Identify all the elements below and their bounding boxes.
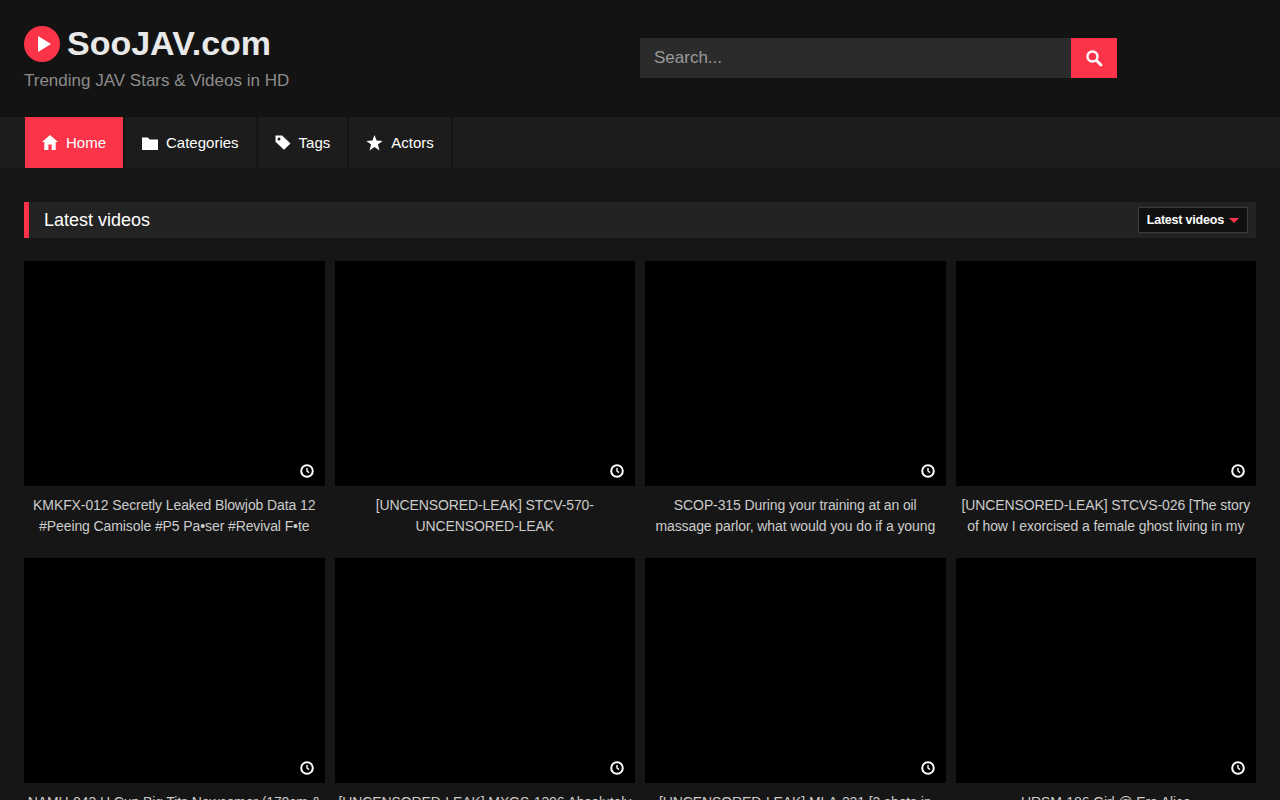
video-thumbnail[interactable] [956, 261, 1257, 486]
search-button[interactable] [1071, 38, 1117, 78]
nav-item-categories[interactable]: Categories [125, 117, 258, 168]
search-input[interactable] [640, 38, 1071, 78]
video-title[interactable]: KMKFX-012 Secretly Leaked Blowjob Data 1… [26, 495, 323, 536]
logo[interactable]: SooJAV.com Trending JAV Stars & Videos i… [24, 24, 289, 91]
folder-icon [142, 136, 158, 150]
video-thumbnail[interactable] [645, 261, 946, 486]
clock-icon [610, 464, 624, 478]
main-nav: Home Categories Tags Actors [0, 117, 1280, 168]
play-icon [24, 26, 60, 62]
clock-icon [300, 464, 314, 478]
tag-icon [275, 135, 291, 150]
video-title[interactable]: [UNCENSORED-LEAK] STCVS-026 [The story o… [958, 495, 1255, 536]
clock-icon [1231, 761, 1245, 775]
site-header: SooJAV.com Trending JAV Stars & Videos i… [0, 0, 1280, 117]
search-icon [1085, 49, 1103, 67]
clock-icon [610, 761, 624, 775]
main-content: Latest videos Latest videos KMKFX-012 Se… [0, 202, 1280, 800]
search-bar [640, 38, 1117, 78]
video-card[interactable]: URSM-186 Girl @ Era Alice [956, 558, 1257, 800]
section-title: Latest videos [44, 210, 150, 231]
video-card[interactable]: KMKFX-012 Secretly Leaked Blowjob Data 1… [24, 261, 325, 536]
video-thumbnail[interactable] [335, 558, 636, 783]
site-title: SooJAV.com [67, 24, 271, 63]
video-card[interactable]: [UNCENSORED-LEAK] STCVS-026 [The story o… [956, 261, 1257, 536]
video-thumbnail[interactable] [645, 558, 946, 783]
clock-icon [1231, 464, 1245, 478]
video-thumbnail[interactable] [24, 261, 325, 486]
video-card[interactable]: [UNCENSORED-LEAK] MLA-231 [3 shots in [645, 558, 946, 800]
sort-dropdown[interactable]: Latest videos [1138, 207, 1248, 233]
home-icon [42, 135, 58, 150]
clock-icon [921, 761, 935, 775]
video-card[interactable]: NAMH-043 H Cup Big Tits Newcomer (170cm … [24, 558, 325, 800]
video-card[interactable]: [UNCENSORED-LEAK] MXGS-1306 Absolutely [335, 558, 636, 800]
video-card[interactable]: [UNCENSORED-LEAK] STCV-570-UNCENSORED-LE… [335, 261, 636, 536]
video-thumbnail[interactable] [24, 558, 325, 783]
video-title[interactable]: [UNCENSORED-LEAK] MLA-231 [3 shots in [647, 792, 944, 800]
nav-item-home[interactable]: Home [25, 117, 125, 168]
clock-icon [921, 464, 935, 478]
video-card[interactable]: SCOP-315 During your training at an oil … [645, 261, 946, 536]
nav-item-actors[interactable]: Actors [349, 117, 453, 168]
video-title[interactable]: [UNCENSORED-LEAK] MXGS-1306 Absolutely [337, 792, 634, 800]
video-thumbnail[interactable] [335, 261, 636, 486]
site-tagline: Trending JAV Stars & Videos in HD [24, 71, 289, 91]
clock-icon [300, 761, 314, 775]
chevron-down-icon [1229, 218, 1239, 223]
video-title[interactable]: NAMH-043 H Cup Big Tits Newcomer (170cm … [26, 792, 323, 800]
video-thumbnail[interactable] [956, 558, 1257, 783]
video-title[interactable]: URSM-186 Girl @ Era Alice [958, 792, 1255, 800]
star-icon [366, 135, 383, 151]
accent-bar [24, 202, 29, 238]
nav-item-tags[interactable]: Tags [258, 117, 350, 168]
video-grid: KMKFX-012 Secretly Leaked Blowjob Data 1… [24, 261, 1256, 800]
section-header: Latest videos Latest videos [24, 202, 1256, 238]
video-title[interactable]: [UNCENSORED-LEAK] STCV-570-UNCENSORED-LE… [337, 495, 634, 536]
video-title[interactable]: SCOP-315 During your training at an oil … [647, 495, 944, 536]
